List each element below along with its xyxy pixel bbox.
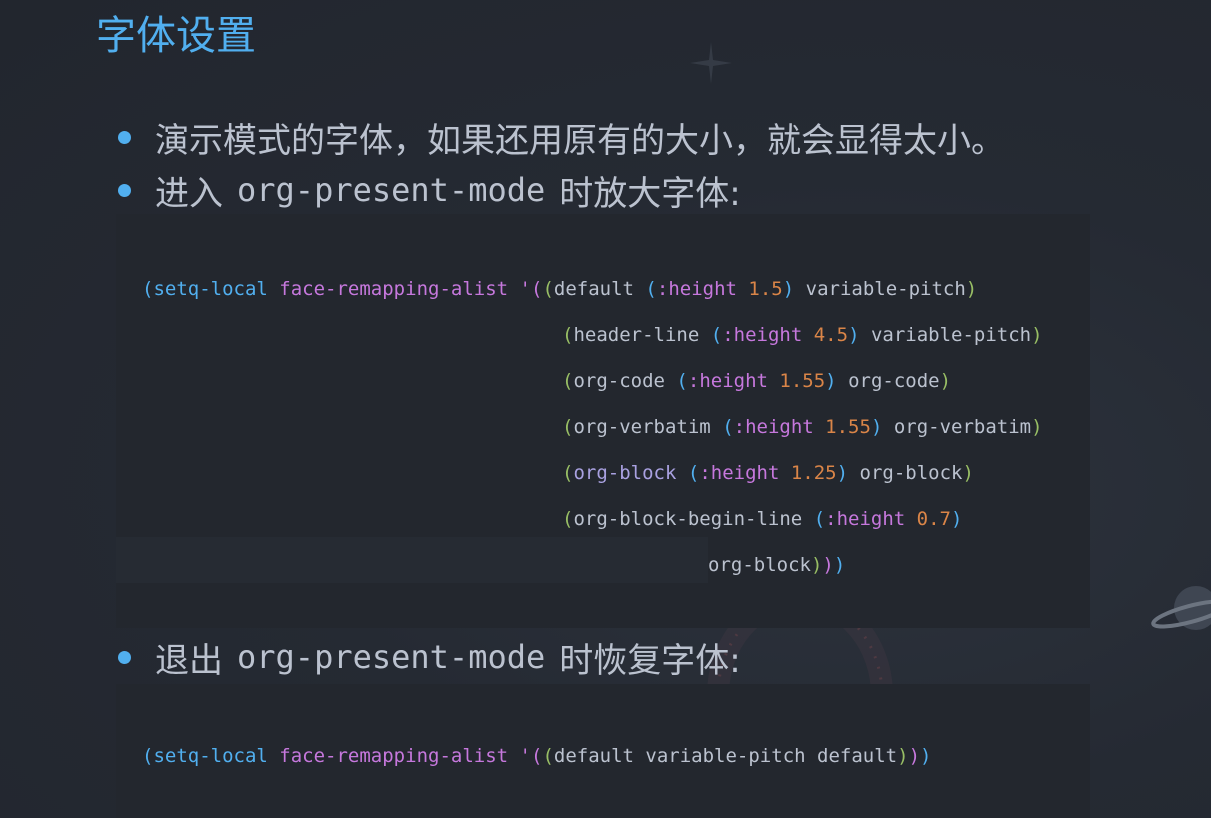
code-number: 1.55 (779, 370, 826, 392)
code-line: (setq-local face-remapping-alist '((defa… (142, 278, 978, 300)
code-line: (org-block-begin-line (:height 0.7) (562, 508, 963, 530)
bullet-text-post: 时恢复字体: (559, 640, 741, 681)
code-keyword: :height (699, 462, 780, 484)
code-quote: ' (519, 278, 531, 300)
code-face: org-block (573, 462, 677, 484)
code-line: (org-verbatim (:height 1.55) org-verbati… (562, 416, 1043, 438)
bullet-item: 演示模式的字体，如果还用原有的大小，就会显得太小。 (118, 112, 1005, 162)
code-inherit: org-block (859, 462, 963, 484)
bullet-item: 进入 org-present-mode 时放大字体: (118, 165, 741, 215)
code-keyword: :height (825, 508, 906, 530)
inline-code: org-present-mode (237, 171, 546, 209)
code-face: org-block-begin-line (573, 508, 803, 530)
bullet-dot (118, 130, 131, 144)
code-keyword: :height (656, 278, 737, 300)
code-inherit: variable-pitch (645, 745, 806, 767)
code-face: header-line (573, 324, 700, 346)
code-shade (116, 537, 708, 583)
code-line: (header-line (:height 4.5) variable-pitc… (562, 324, 1043, 346)
code-inherit: org-block (708, 554, 811, 576)
code-line: (org-code (:height 1.55) org-code) (562, 370, 952, 392)
code-number: 4.5 (813, 324, 849, 346)
code-inherit: default (817, 745, 898, 767)
code-number: 1.5 (748, 278, 783, 300)
code-setq: setq-local (153, 745, 268, 767)
bullet-dot (118, 650, 131, 664)
code-quote: ' (519, 745, 531, 767)
slide-title: 字体设置 (96, 13, 256, 59)
code-line: (org-block (:height 1.25) org-block) (562, 462, 974, 484)
code-block-exit: (setq-local face-remapping-alist '((defa… (116, 684, 1090, 818)
code-face: org-verbatim (573, 416, 711, 438)
code-fn: face-remapping-alist (279, 278, 509, 300)
code-inherit: variable-pitch (870, 324, 1032, 346)
code-line: org-block))) (708, 554, 846, 576)
bullet-text-pre: 进入 (155, 173, 223, 214)
code-face: default (553, 745, 634, 767)
code-block-enter: (setq-local face-remapping-alist '((defa… (116, 214, 1090, 628)
code-inherit: org-verbatim (893, 416, 1032, 438)
bullet-dot (118, 183, 131, 197)
bullet-text-pre: 退出 (155, 640, 223, 681)
code-face: org-code (573, 370, 665, 392)
code-setq: setq-local (153, 278, 268, 300)
code-inherit: org-code (848, 370, 940, 392)
bullet-text-post: 时放大字体: (559, 173, 741, 214)
code-number: 1.55 (825, 416, 871, 438)
code-inherit: variable-pitch (805, 278, 966, 300)
inline-code: org-present-mode (237, 638, 546, 676)
code-keyword: :height (733, 416, 814, 438)
code-number: 0.7 (916, 508, 951, 530)
code-keyword: :height (722, 324, 803, 346)
code-line: (setq-local face-remapping-alist '((defa… (142, 745, 932, 767)
planet-icon (1151, 586, 1211, 630)
code-fn: face-remapping-alist (279, 745, 509, 767)
bullet-item: 退出 org-present-mode 时恢复字体: (118, 632, 741, 682)
bullet-text: 演示模式的字体，如果还用原有的大小，就会显得太小。 (155, 120, 1005, 161)
code-number: 1.25 (790, 462, 837, 484)
code-face: default (553, 278, 634, 300)
star-icon (690, 42, 732, 84)
code-keyword: :height (687, 370, 768, 392)
